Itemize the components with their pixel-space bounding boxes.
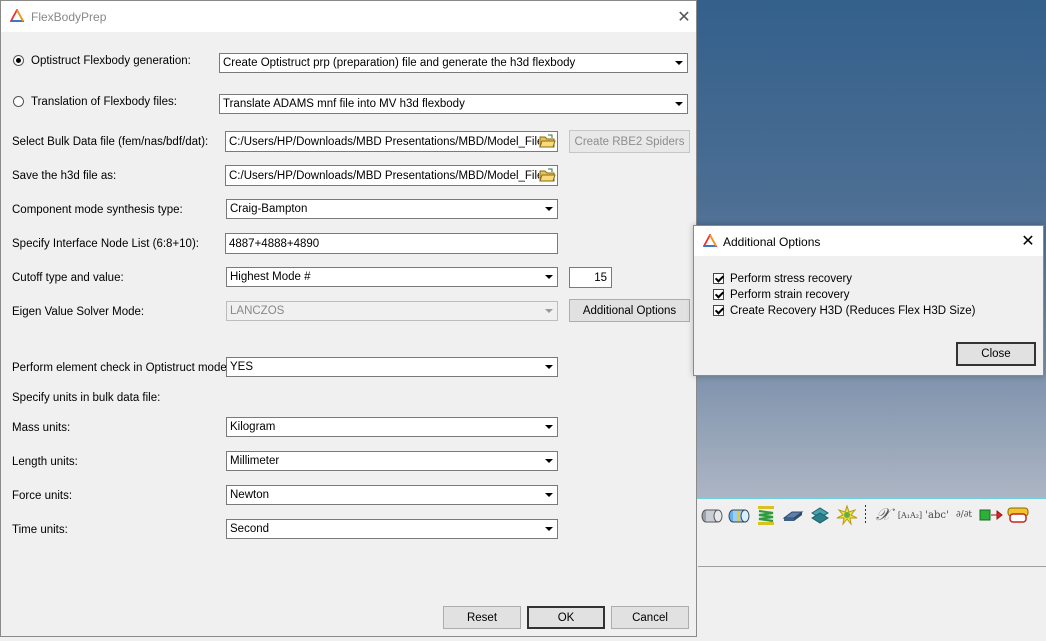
panel-divider — [698, 566, 1046, 567]
interface-node-value: 4887+4888+4890 — [229, 238, 320, 250]
radio-optistruct-generation[interactable] — [13, 55, 24, 66]
element-check-label: Perform element check in Optistruct mode… — [12, 362, 233, 374]
model-toolbar: 𝒳 [A₁A₂] 'abc' ∂/∂t — [700, 500, 1030, 530]
length-units-select[interactable]: Millimeter — [226, 451, 558, 471]
radio-translation[interactable] — [13, 96, 24, 107]
cylinder-icon[interactable] — [700, 503, 724, 527]
mass-units-select[interactable]: Kilogram — [226, 417, 558, 437]
strain-recovery-checkbox[interactable] — [713, 289, 724, 300]
eigen-solver-select[interactable]: LANCZOS — [226, 301, 558, 321]
dialog-title: Additional Options — [723, 235, 821, 249]
folder-open-icon[interactable] — [539, 167, 556, 184]
length-units-value: Millimeter — [230, 455, 280, 467]
variable-icon[interactable]: 𝒳 — [871, 503, 895, 527]
chevron-down-icon — [541, 269, 556, 285]
mass-units-value: Kilogram — [230, 421, 276, 433]
chevron-down-icon — [541, 201, 556, 217]
title-bar: Additional Options ✕ — [694, 226, 1043, 256]
strain-recovery-label: Perform strain recovery — [730, 289, 850, 301]
cms-type-select[interactable]: Craig-Bampton — [226, 199, 558, 219]
app-logo-icon — [703, 234, 717, 247]
stress-recovery-label: Perform stress recovery — [730, 273, 853, 285]
dialog-title: FlexBodyPrep — [31, 10, 107, 24]
translation-mode-value: Translate ADAMS mnf file into MV h3d fle… — [223, 98, 465, 110]
cms-type-value: Craig-Bampton — [230, 203, 308, 215]
eigen-solver-label: Eigen Value Solver Mode: — [12, 306, 145, 318]
ok-button[interactable]: OK — [527, 606, 605, 629]
close-icon[interactable]: ✕ — [1016, 230, 1040, 252]
cutoff-type-value: Highest Mode # — [230, 271, 311, 283]
interface-node-label: Specify Interface Node List (6:8+10): — [12, 238, 199, 250]
bulk-data-file-field[interactable]: C:/Users/HP/Downloads/MBD Presentations/… — [225, 131, 558, 152]
chevron-down-icon — [541, 359, 556, 375]
chevron-down-icon — [541, 303, 556, 319]
derivative-icon[interactable]: ∂/∂t — [952, 503, 976, 527]
force-units-label: Force units: — [12, 490, 73, 502]
generation-mode-select[interactable]: Create Optistruct prp (preparation) file… — [219, 53, 688, 73]
cylinder-bands-icon[interactable] — [727, 503, 751, 527]
radio-optistruct-label: Optistruct Flexbody generation: — [31, 55, 191, 67]
save-h3d-label: Save the h3d file as: — [12, 170, 117, 182]
output-icon[interactable] — [979, 503, 1003, 527]
element-check-select[interactable]: YES — [226, 357, 558, 377]
additional-options-dialog: Additional Options ✕ Perform stress reco… — [693, 225, 1044, 376]
save-h3d-file-field[interactable]: C:/Users/HP/Downloads/MBD Presentations/… — [225, 165, 558, 186]
contact-icon[interactable] — [835, 503, 859, 527]
text-icon[interactable]: 'abc' — [925, 503, 949, 527]
spring-icon[interactable] — [754, 503, 778, 527]
recovery-h3d-checkbox[interactable] — [713, 305, 724, 316]
chevron-down-icon — [671, 96, 686, 112]
cancel-button[interactable]: Cancel — [611, 606, 689, 629]
generation-mode-value: Create Optistruct prp (preparation) file… — [223, 57, 576, 69]
reset-button[interactable]: Reset — [443, 606, 521, 629]
length-units-label: Length units: — [12, 456, 78, 468]
units-heading: Specify units in bulk data file: — [12, 392, 161, 404]
cms-type-label: Component mode synthesis type: — [12, 204, 183, 216]
app-logo-icon — [10, 9, 24, 22]
beam-icon[interactable] — [781, 503, 805, 527]
save-h3d-value: C:/Users/HP/Downloads/MBD Presentations/… — [229, 170, 539, 182]
create-rbe2-spiders-button[interactable]: Create RBE2 Spiders — [569, 130, 690, 153]
cutoff-label: Cutoff type and value: — [12, 272, 124, 284]
chevron-down-icon — [541, 487, 556, 503]
bushing-icon[interactable] — [808, 503, 832, 527]
additional-options-button[interactable]: Additional Options — [569, 299, 690, 322]
chevron-down-icon — [671, 55, 686, 71]
bulk-data-label: Select Bulk Data file (fem/nas/bdf/dat): — [12, 136, 209, 148]
title-bar: FlexBodyPrep ✕ — [1, 1, 696, 32]
interface-node-field[interactable]: 4887+4888+4890 — [225, 233, 558, 254]
radio-translation-label: Translation of Flexbody files: — [31, 96, 177, 108]
recovery-h3d-label: Create Recovery H3D (Reduces Flex H3D Si… — [730, 305, 976, 317]
cutoff-value-field[interactable]: 15 — [569, 267, 612, 288]
force-units-value: Newton — [230, 489, 269, 501]
close-button[interactable]: Close — [956, 342, 1036, 366]
chevron-down-icon — [541, 419, 556, 435]
toolbar-separator — [862, 503, 868, 527]
chevron-down-icon — [541, 521, 556, 537]
translation-mode-select[interactable]: Translate ADAMS mnf file into MV h3d fle… — [219, 94, 688, 114]
bulk-data-value: C:/Users/HP/Downloads/MBD Presentations/… — [229, 136, 539, 148]
chevron-down-icon — [541, 453, 556, 469]
time-units-select[interactable]: Second — [226, 519, 558, 539]
eigen-solver-value: LANCZOS — [230, 305, 285, 317]
flexbodyprep-dialog: FlexBodyPrep ✕ Optistruct Flexbody gener… — [0, 0, 697, 637]
element-check-value: YES — [230, 361, 254, 373]
folder-open-icon[interactable] — [539, 133, 556, 150]
cutoff-type-select[interactable]: Highest Mode # — [226, 267, 558, 287]
mass-units-label: Mass units: — [12, 422, 71, 434]
time-units-label: Time units: — [12, 524, 68, 536]
template-icon[interactable] — [1006, 503, 1030, 527]
close-icon[interactable]: ✕ — [672, 6, 696, 28]
stress-recovery-checkbox[interactable] — [713, 273, 724, 284]
cutoff-value: 15 — [594, 272, 607, 284]
time-units-value: Second — [230, 523, 270, 535]
force-units-select[interactable]: Newton — [226, 485, 558, 505]
matrix-icon[interactable]: [A₁A₂] — [898, 503, 922, 527]
